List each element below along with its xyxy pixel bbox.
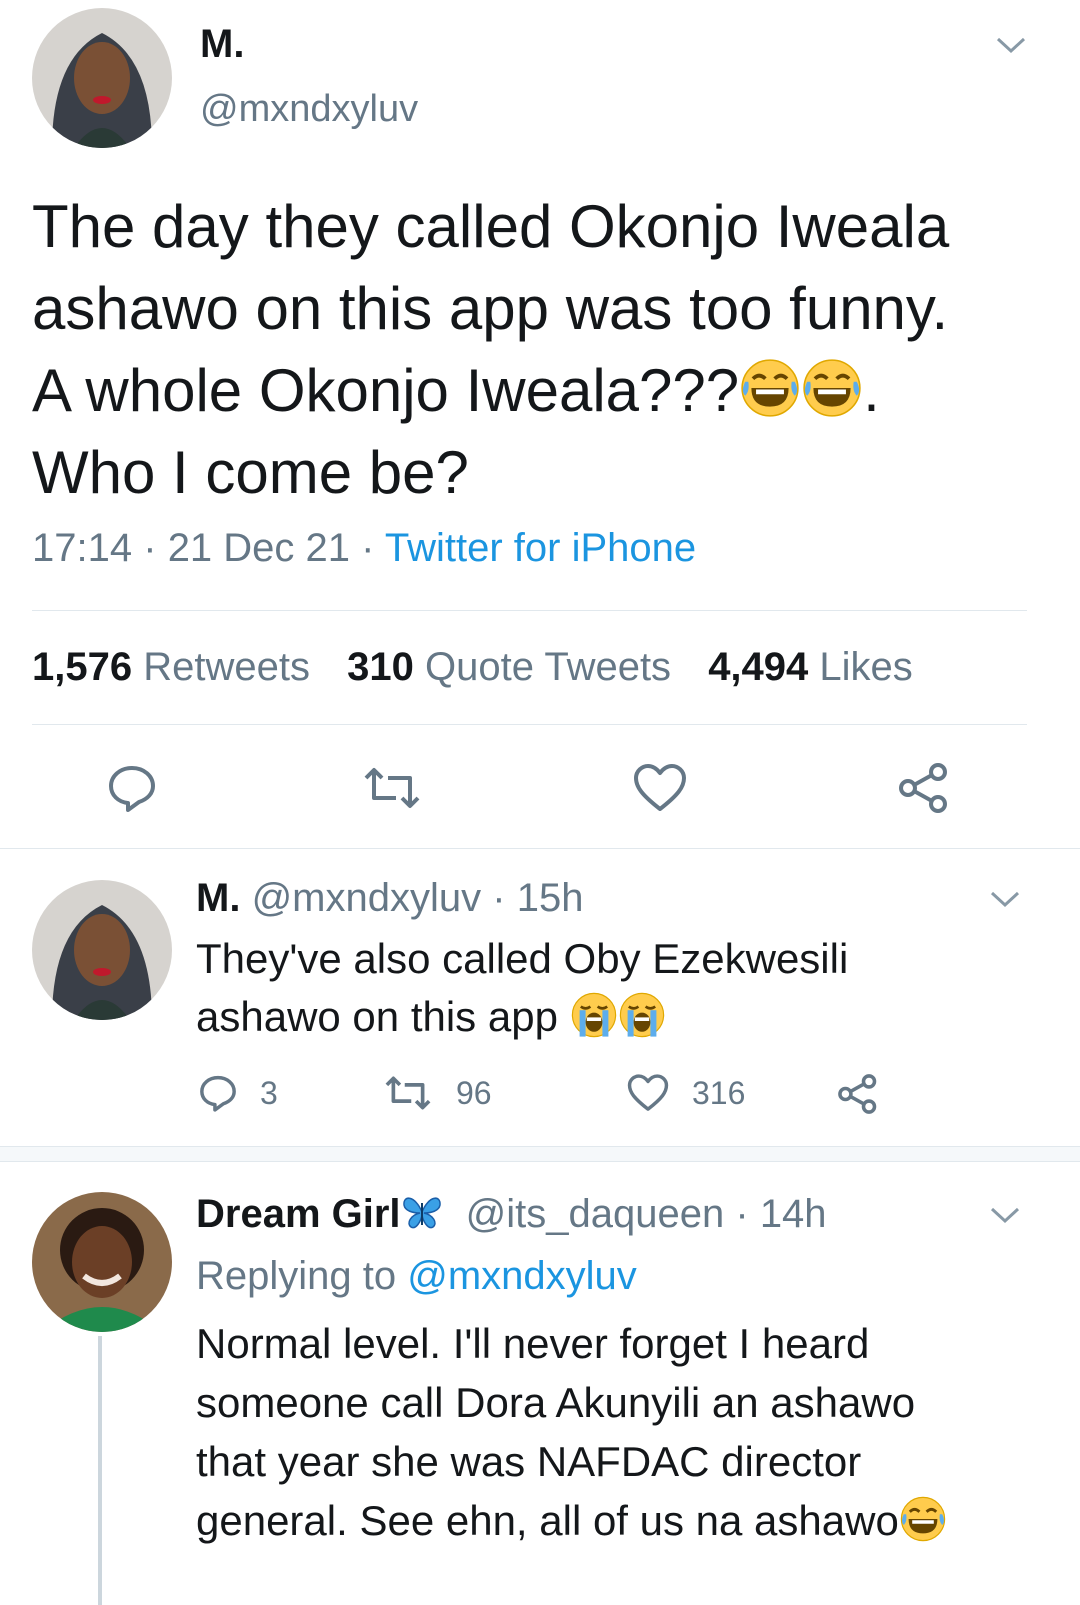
- reply-1-chevron-icon[interactable]: [988, 888, 1022, 915]
- avatar-reply-2[interactable]: [32, 1192, 172, 1332]
- retweet-icon: [385, 1076, 431, 1110]
- reply-1-share-icon[interactable]: [836, 1072, 880, 1121]
- main-text-line-4: Who I come be?: [32, 439, 469, 506]
- main-chevron-icon[interactable]: [994, 34, 1028, 61]
- main-text-line-3-text: A whole Okonjo Iweala???: [32, 357, 740, 424]
- retweets-stat[interactable]: 1,576 Retweets: [32, 645, 310, 689]
- butterfly-icon: [402, 1197, 441, 1229]
- main-date: 21 Dec 21: [167, 526, 351, 570]
- laugh-emoji-icon: [739, 357, 801, 419]
- retweets-label: Retweets: [143, 645, 310, 689]
- reply-1-text: They've also called Oby Ezekwesili ashaw…: [196, 930, 848, 1046]
- quotes-stat[interactable]: 310 Quote Tweets: [347, 645, 671, 689]
- laugh-emoji-icon: [899, 1495, 947, 1543]
- reply-1-retweet-action[interactable]: 96: [382, 1072, 492, 1114]
- reply-1-text-line-2-text: ashawo on this app: [196, 993, 558, 1040]
- reply-2-chevron-icon[interactable]: [988, 1204, 1022, 1231]
- main-tweet-text: The day they called Okonjo Iweala ashawo…: [32, 186, 1072, 514]
- main-share-icon[interactable]: [896, 760, 952, 816]
- main-retweet-icon[interactable]: [360, 764, 424, 812]
- main-text-line-3-tail: .: [863, 357, 880, 424]
- main-like-icon[interactable]: [632, 762, 688, 814]
- reply-1-reply-action[interactable]: 3: [198, 1072, 278, 1114]
- reply-2-handle[interactable]: @its_daqueen: [466, 1192, 725, 1236]
- main-handle[interactable]: @mxndxyluv: [200, 88, 418, 131]
- main-text-line-2: ashawo on this app was too funny.: [32, 275, 949, 342]
- divider: [32, 724, 1027, 725]
- crying-emoji-icon: [618, 991, 666, 1039]
- reply-2-display-name[interactable]: Dream Girl: [196, 1192, 401, 1236]
- reply-1-reply-count: 3: [260, 1074, 278, 1111]
- divider: [32, 610, 1027, 611]
- likes-count: 4,494: [708, 645, 809, 689]
- heart-icon: [627, 1074, 669, 1111]
- main-display-name[interactable]: M.: [200, 22, 244, 67]
- reply-2-text-line-4-text: general. See ehn, all of us na ashawo: [196, 1497, 899, 1544]
- reply-2-text-line-4: general. See ehn, all of us na ashawo: [196, 1491, 947, 1550]
- divider: [0, 848, 1080, 849]
- main-timestamp-row: 17:14 · 21 Dec 21 · Twitter for iPhone: [32, 526, 696, 571]
- reply-2-replying-to: Replying to @mxndxyluv: [196, 1254, 637, 1299]
- separator: ·: [735, 1192, 749, 1236]
- divider: [0, 1161, 1080, 1162]
- main-reply-icon[interactable]: [106, 762, 158, 814]
- reply-1-handle[interactable]: @mxndxyluv: [252, 876, 482, 920]
- separator: ·: [361, 526, 375, 570]
- reply-2-text-line-2: someone call Dora Akunyili an ashawo: [196, 1379, 916, 1426]
- avatar-reply-1[interactable]: [32, 880, 172, 1020]
- likes-stat[interactable]: 4,494 Likes: [708, 645, 913, 689]
- main-time: 17:14: [32, 526, 133, 570]
- reply-1-time: 15h: [516, 876, 584, 920]
- separator: ·: [143, 526, 157, 570]
- main-source-link[interactable]: Twitter for iPhone: [385, 526, 696, 570]
- likes-label: Likes: [819, 645, 913, 689]
- retweets-count: 1,576: [32, 645, 133, 689]
- reply-1-retweet-count: 96: [456, 1074, 492, 1111]
- reply-2-text-line-1: Normal level. I'll never forget I heard: [196, 1320, 870, 1367]
- quotes-count: 310: [347, 645, 414, 689]
- main-stats-row: 1,576 Retweets 310 Quote Tweets 4,494 Li…: [32, 645, 913, 690]
- reply-1-text-line-2: ashawo on this app: [196, 988, 848, 1046]
- avatar-main[interactable]: [32, 8, 172, 148]
- reply-2-text-line-3: that year she was NAFDAC director: [196, 1438, 862, 1485]
- quotes-label: Quote Tweets: [424, 645, 672, 689]
- crying-emoji-icon: [570, 991, 618, 1039]
- reply-1-like-count: 316: [692, 1074, 746, 1111]
- replying-to-label: Replying to: [196, 1254, 397, 1298]
- reply-1-text-line-1: They've also called Oby Ezekwesili: [196, 935, 849, 982]
- main-text-line-1: The day they called Okonjo Iweala: [32, 193, 950, 260]
- main-text-line-3: A whole Okonjo Iweala???.: [32, 350, 1072, 432]
- reply-1-like-action[interactable]: 316: [626, 1072, 745, 1114]
- reply-2-text: Normal level. I'll never forget I heard …: [196, 1314, 947, 1550]
- thread-connector-line: [98, 1336, 102, 1605]
- reply-2-header: Dream Girl @its_daqueen · 14h: [196, 1192, 827, 1237]
- laugh-emoji-icon: [801, 357, 863, 419]
- reply-2-time: 14h: [759, 1192, 827, 1236]
- separator: ·: [492, 876, 506, 920]
- reply-icon: [200, 1075, 236, 1112]
- reply-1-header: M. @mxndxyluv · 15h: [196, 876, 583, 921]
- replying-to-handle[interactable]: @mxndxyluv: [407, 1254, 637, 1298]
- reply-1-display-name[interactable]: M.: [196, 876, 240, 920]
- thread-gap: [0, 1147, 1080, 1161]
